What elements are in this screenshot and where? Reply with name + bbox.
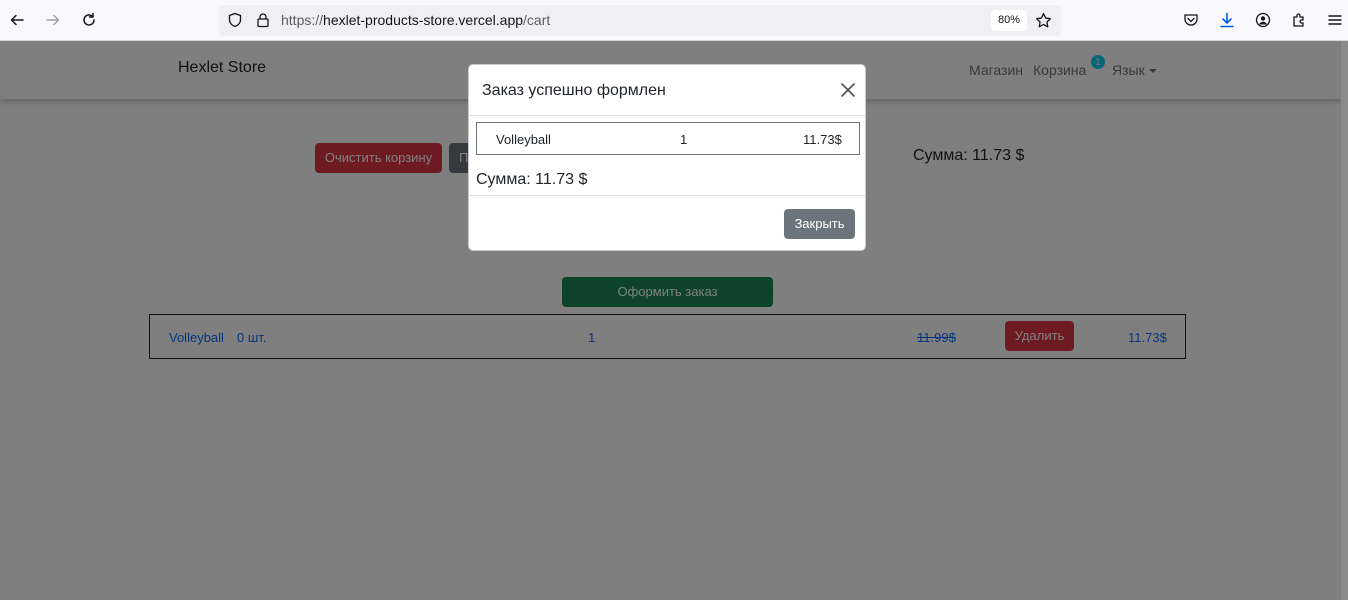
url-prefix: https:// [281, 12, 324, 28]
page-scrollbar[interactable] [1341, 41, 1348, 600]
order-item-price: 11.73$ [803, 132, 842, 147]
modal-title: Заказ успешно формлен [482, 82, 666, 99]
reload-icon[interactable] [77, 8, 101, 32]
menu-icon[interactable] [1323, 8, 1347, 32]
address-bar[interactable]: https://hexlet-products-store.vercel.app… [219, 5, 1061, 36]
modal-header-divider [469, 115, 865, 116]
order-success-modal: Заказ успешно формлен Volleyball 1 11.73… [468, 64, 866, 251]
url-path: /cart [523, 12, 551, 28]
forward-icon[interactable] [41, 8, 65, 32]
back-icon[interactable] [5, 8, 29, 32]
order-item-qty: 1 [680, 132, 688, 147]
url-host: hexlet-products-store.vercel.app [323, 12, 524, 28]
pocket-icon[interactable] [1179, 8, 1203, 32]
browser-toolbar: https://hexlet-products-store.vercel.app… [0, 0, 1348, 41]
url-text: https://hexlet-products-store.vercel.app… [281, 12, 550, 28]
order-item-row: Volleyball 1 11.73$ [476, 122, 860, 155]
order-item-name: Volleyball [496, 132, 551, 147]
modal-footer-divider [469, 195, 865, 196]
account-icon[interactable] [1251, 8, 1275, 32]
close-modal-button[interactable]: Закрыть [784, 209, 855, 239]
order-total: Сумма: 11.73 $ [476, 171, 588, 188]
lock-icon[interactable] [255, 12, 271, 28]
extensions-icon[interactable] [1287, 8, 1311, 32]
downloads-icon[interactable] [1215, 8, 1239, 32]
shield-icon[interactable] [227, 12, 243, 28]
zoom-indicator[interactable]: 80% [991, 10, 1028, 31]
close-icon[interactable] [839, 81, 857, 99]
bookmark-star-icon[interactable] [1035, 12, 1052, 29]
